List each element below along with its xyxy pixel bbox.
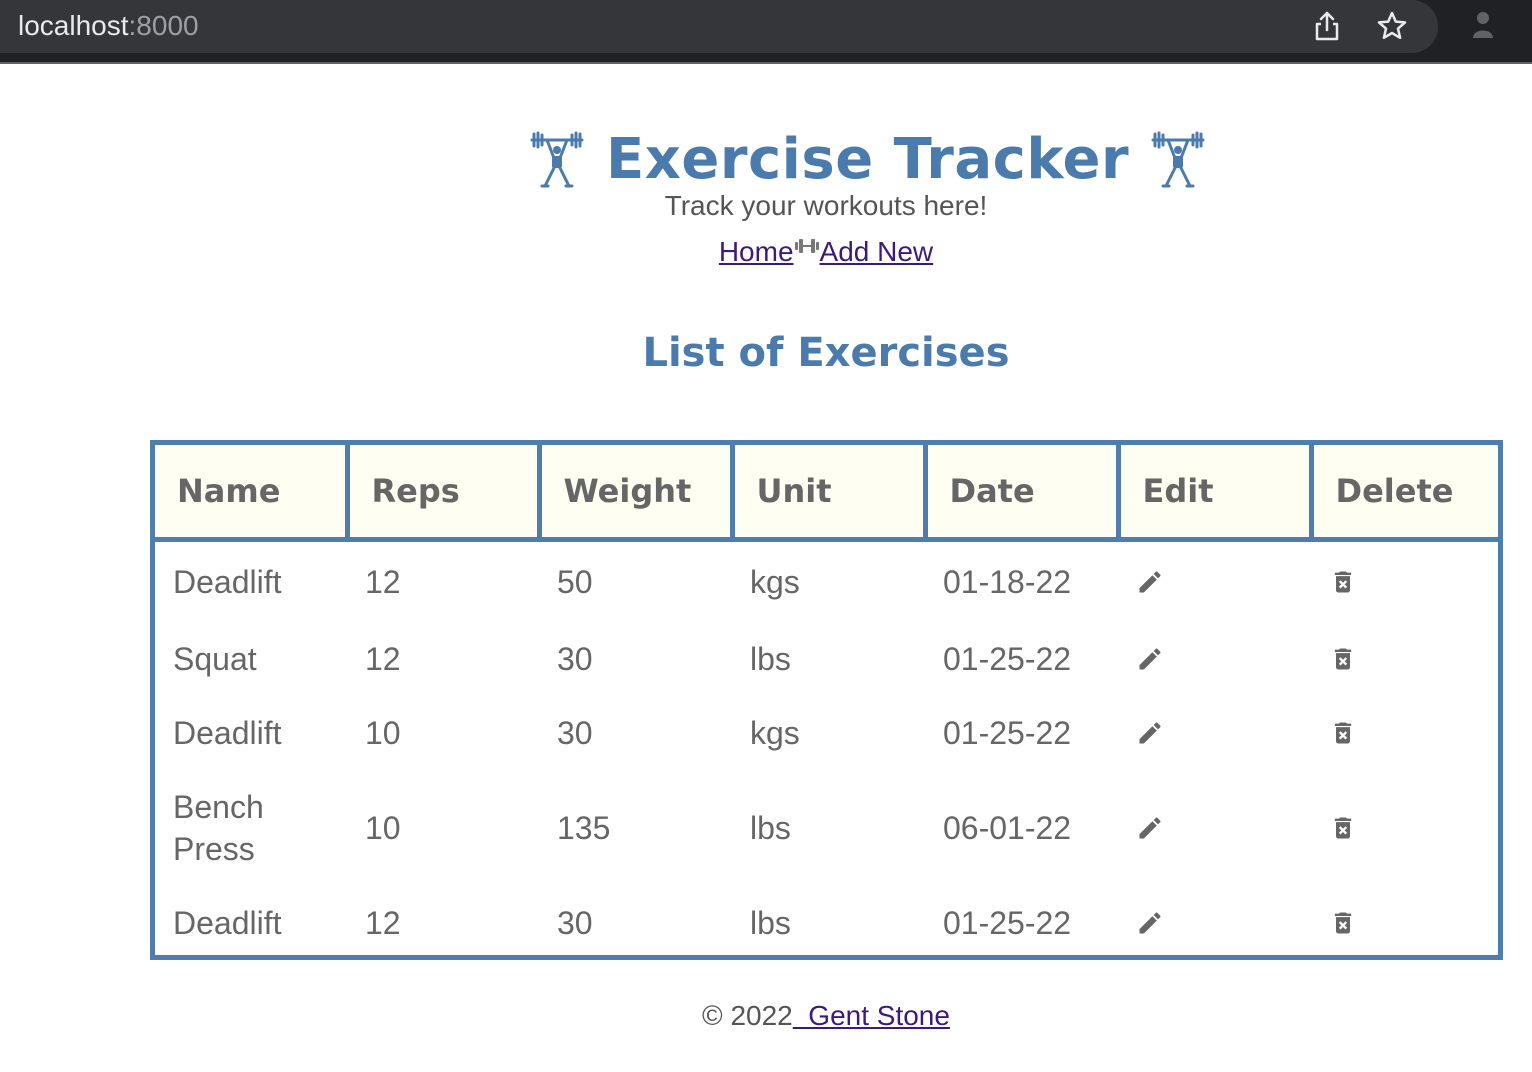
table-row: Deadlift 12 30 lbs 01-25-22 bbox=[155, 886, 1498, 960]
trash-icon[interactable] bbox=[1329, 568, 1357, 596]
cell-weight: 30 bbox=[557, 904, 593, 941]
weightlifter-icon bbox=[1151, 131, 1205, 188]
column-header-name: Name bbox=[155, 445, 350, 542]
table-row: Bench Press 10 135 lbs 06-01-22 bbox=[155, 770, 1498, 886]
pencil-icon[interactable] bbox=[1136, 719, 1164, 747]
profile-icon[interactable] bbox=[1470, 10, 1496, 40]
cell-name: Deadlift bbox=[173, 564, 282, 600]
cell-reps: 10 bbox=[365, 809, 401, 846]
cell-reps: 12 bbox=[365, 563, 401, 600]
column-header-weight: Weight bbox=[539, 445, 735, 542]
column-header-date: Date bbox=[925, 445, 1121, 542]
section-title: List of Exercises bbox=[642, 330, 1010, 376]
main-nav: Home Add New bbox=[0, 236, 1532, 268]
trash-icon[interactable] bbox=[1329, 645, 1357, 673]
cell-weight: 50 bbox=[557, 563, 593, 600]
cell-date: 01-25-22 bbox=[943, 714, 1072, 751]
cell-delete bbox=[1311, 540, 1498, 623]
cell-edit bbox=[1118, 540, 1311, 623]
pencil-icon[interactable] bbox=[1136, 568, 1164, 596]
share-icon[interactable] bbox=[1312, 10, 1342, 42]
cell-name: Squat bbox=[173, 641, 257, 677]
cell-unit: lbs bbox=[750, 809, 791, 846]
exercise-table: Name Reps Weight Unit Date Edit Delete D… bbox=[155, 445, 1498, 960]
table-row: Squat 12 30 lbs 01-25-22 bbox=[155, 622, 1498, 696]
cell-weight: 135 bbox=[557, 809, 611, 846]
pencil-icon[interactable] bbox=[1136, 909, 1164, 937]
cell-edit bbox=[1118, 886, 1311, 960]
trash-icon[interactable] bbox=[1329, 719, 1357, 747]
copyright-text: © 2022 bbox=[702, 1000, 793, 1031]
author-link[interactable]: Gent Stone bbox=[793, 1000, 950, 1031]
cell-edit bbox=[1118, 696, 1311, 770]
title-row: Exercise Tracker bbox=[530, 120, 1205, 200]
cell-reps: 12 bbox=[365, 904, 401, 941]
cell-date: 01-18-22 bbox=[943, 563, 1072, 600]
table-row: Deadlift 10 30 kgs 01-25-22 bbox=[155, 696, 1498, 770]
table-row: Deadlift 12 50 kgs 01-18-22 bbox=[155, 540, 1498, 623]
pencil-icon[interactable] bbox=[1136, 645, 1164, 673]
cell-weight: 30 bbox=[557, 714, 593, 751]
cell-name: Bench Press bbox=[173, 789, 264, 867]
page-footer: © 2022 Gent Stone bbox=[0, 1000, 1532, 1032]
cell-date: 06-01-22 bbox=[943, 809, 1072, 846]
table-header-row: Name Reps Weight Unit Date Edit Delete bbox=[155, 445, 1498, 542]
tagline: Track your workouts here! bbox=[664, 190, 988, 221]
weightlifter-icon bbox=[530, 131, 584, 188]
dumbbell-icon bbox=[794, 239, 819, 253]
cell-delete bbox=[1311, 696, 1498, 770]
exercise-table-container: Name Reps Weight Unit Date Edit Delete D… bbox=[150, 440, 1503, 960]
nav-home-link[interactable]: Home bbox=[719, 236, 794, 267]
bookmark-star-icon[interactable] bbox=[1376, 10, 1408, 42]
address-bar[interactable]: localhost:8000 bbox=[0, 0, 1438, 53]
cell-delete bbox=[1311, 770, 1498, 886]
cell-delete bbox=[1311, 886, 1498, 960]
trash-icon[interactable] bbox=[1329, 909, 1357, 937]
cell-edit bbox=[1118, 770, 1311, 886]
page-header: Exercise Tracker bbox=[0, 120, 1532, 200]
cell-unit: kgs bbox=[750, 714, 800, 751]
column-header-edit: Edit bbox=[1118, 445, 1314, 542]
column-header-reps: Reps bbox=[347, 445, 542, 542]
cell-name: Deadlift bbox=[173, 715, 282, 751]
cell-weight: 30 bbox=[557, 640, 593, 677]
cell-name: Deadlift bbox=[173, 905, 282, 941]
pencil-icon[interactable] bbox=[1136, 814, 1164, 842]
trash-icon[interactable] bbox=[1329, 814, 1357, 842]
cell-reps: 12 bbox=[365, 640, 401, 677]
url-port: :8000 bbox=[128, 10, 199, 41]
browser-toolbar: localhost:8000 bbox=[0, 0, 1532, 64]
cell-edit bbox=[1118, 622, 1311, 696]
url-text[interactable]: localhost:8000 bbox=[18, 10, 199, 42]
column-header-delete: Delete bbox=[1311, 445, 1498, 542]
nav-add-new-link[interactable]: Add New bbox=[820, 236, 934, 267]
cell-unit: kgs bbox=[750, 563, 800, 600]
column-header-unit: Unit bbox=[732, 445, 928, 542]
cell-date: 01-25-22 bbox=[943, 904, 1072, 941]
cell-unit: lbs bbox=[750, 640, 791, 677]
cell-reps: 10 bbox=[365, 714, 401, 751]
page-title: Exercise Tracker bbox=[606, 127, 1130, 192]
cell-delete bbox=[1311, 622, 1498, 696]
cell-date: 01-25-22 bbox=[943, 640, 1072, 677]
url-host: localhost bbox=[18, 10, 129, 41]
cell-unit: lbs bbox=[750, 904, 791, 941]
